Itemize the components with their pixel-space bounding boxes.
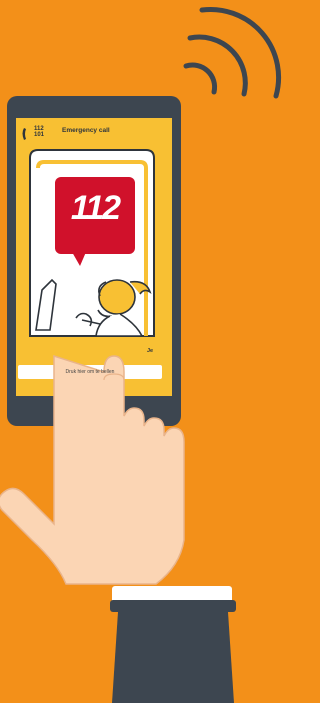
emergency-number: 112 bbox=[70, 189, 121, 227]
logo-subtext: 101 bbox=[34, 132, 45, 138]
call-button-label[interactable]: Druk hier om te bellen bbox=[18, 369, 162, 375]
header-title: Emergency call bbox=[62, 127, 110, 134]
response-label: Je bbox=[147, 348, 154, 354]
illustration bbox=[0, 6, 282, 703]
logo-112-101: 112 101 bbox=[34, 126, 44, 138]
signal-waves-icon bbox=[183, 6, 282, 99]
